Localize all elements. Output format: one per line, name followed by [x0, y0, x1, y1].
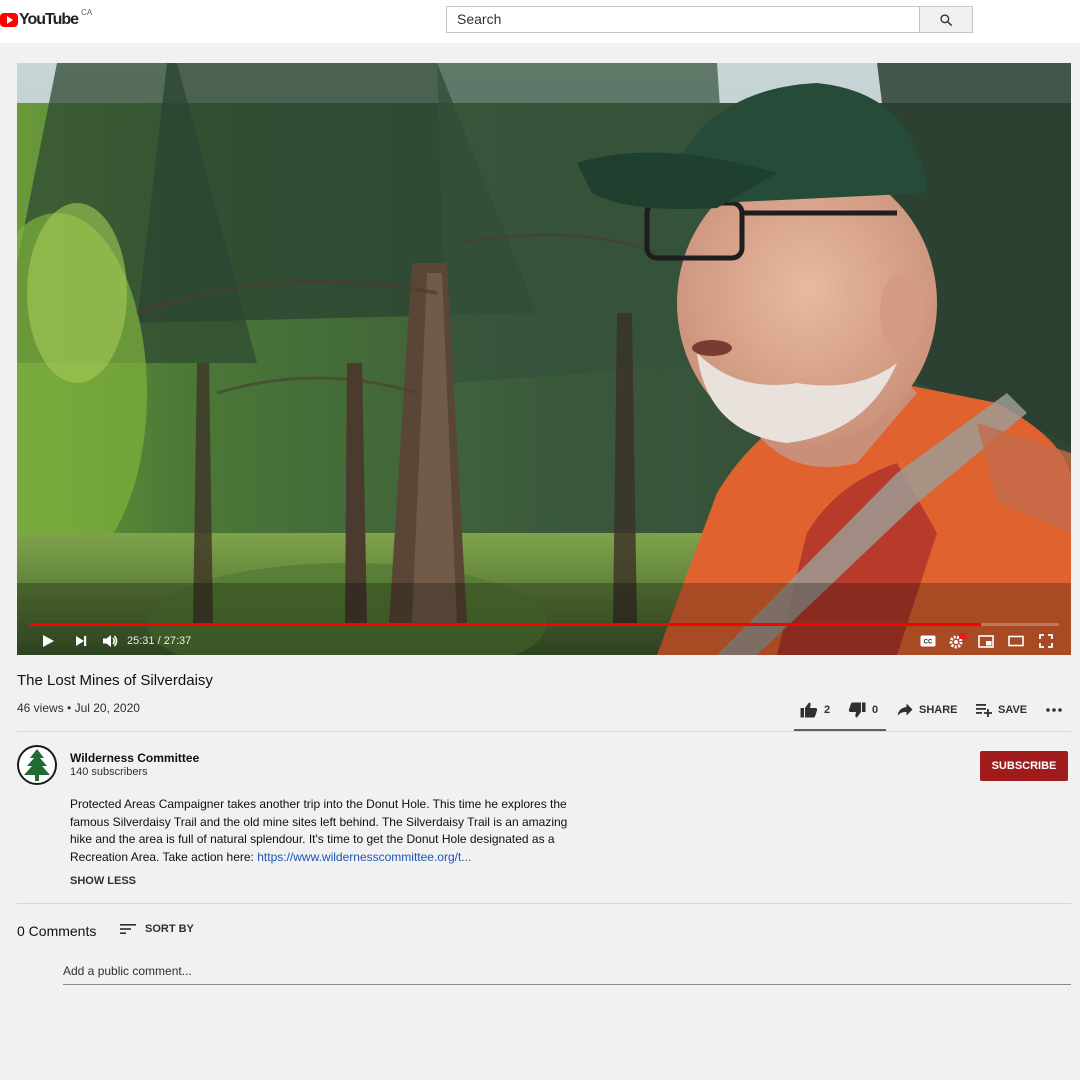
volume-button[interactable] [99, 629, 121, 653]
share-button[interactable]: SHARE [897, 700, 958, 720]
search-icon [940, 13, 953, 26]
comments-count: 0 Comments [17, 923, 97, 939]
miniplayer-button[interactable] [975, 629, 997, 653]
show-less-button[interactable]: SHOW LESS [70, 875, 136, 887]
time-separator: / [154, 635, 164, 647]
meta-dot: • [63, 701, 75, 715]
save-label: SAVE [998, 704, 1028, 716]
current-time: 25:31 [127, 635, 155, 647]
theater-button[interactable] [1005, 629, 1027, 653]
miniplayer-icon [978, 634, 994, 648]
duration: 27:37 [163, 635, 192, 647]
theater-mode-icon [1008, 635, 1024, 647]
divider-bottom [17, 903, 1071, 904]
dislike-count: 0 [872, 704, 879, 716]
video-description: Protected Areas Campaigner takes another… [70, 796, 575, 866]
time-display: 25:31 / 27:37 [127, 629, 191, 653]
tree-logo-icon [24, 749, 50, 781]
masthead: YouTube CA Search [0, 0, 1080, 43]
share-label: SHARE [919, 704, 958, 716]
like-count: 2 [824, 704, 831, 716]
sort-by-label: SORT BY [145, 923, 194, 935]
captions-icon: CC [920, 635, 936, 647]
svg-text:CC: CC [924, 640, 933, 646]
sort-icon [120, 924, 136, 934]
sort-by-button[interactable]: SORT BY [120, 923, 194, 935]
channel-name[interactable]: Wilderness Committee [70, 751, 199, 765]
youtube-logo[interactable]: YouTube CA [0, 8, 93, 30]
channel-avatar[interactable] [17, 745, 57, 785]
fullscreen-icon [1039, 634, 1053, 648]
youtube-play-icon [0, 13, 18, 27]
comment-input[interactable]: Add a public comment... [63, 964, 1071, 985]
subscribe-button[interactable]: SUBSCRIBE [980, 751, 1068, 781]
settings-hd-icon [949, 633, 967, 649]
play-button[interactable] [37, 629, 59, 653]
volume-icon [103, 635, 118, 647]
player-controls: 25:31 / 27:37 CC [17, 629, 1071, 653]
thumbs-up-icon [800, 702, 818, 718]
like-button[interactable]: 2 [800, 700, 830, 720]
search-input[interactable]: Search [446, 6, 920, 33]
save-button[interactable]: SAVE [976, 700, 1027, 720]
upload-date: Jul 20, 2020 [74, 701, 140, 715]
divider-top [17, 731, 1071, 732]
thumbs-down-icon [848, 702, 866, 718]
view-count: 46 views [17, 701, 64, 715]
captions-button[interactable]: CC [917, 629, 939, 653]
search-button[interactable] [919, 6, 973, 33]
playlist-add-icon [976, 704, 992, 717]
subscriber-count: 140 subscribers [70, 766, 148, 778]
video-meta: 46 views • Jul 20, 2020 [17, 701, 140, 715]
fullscreen-button[interactable] [1035, 629, 1057, 653]
play-icon [43, 635, 54, 647]
settings-button[interactable] [946, 629, 970, 653]
progress-played [29, 623, 981, 626]
video-frame [17, 63, 1071, 655]
video-title: The Lost Mines of Silverdaisy [17, 672, 213, 689]
logo-text: YouTube [19, 11, 79, 28]
skip-next-icon [76, 636, 87, 646]
description-link[interactable]: https://www.wildernesscommittee.org/t... [257, 850, 471, 864]
progress-bar[interactable] [29, 623, 1059, 626]
next-button[interactable] [70, 629, 92, 653]
dislike-button[interactable]: 0 [848, 700, 878, 720]
more-actions-button[interactable] [1045, 700, 1063, 720]
more-horiz-icon [1046, 708, 1062, 712]
share-icon [897, 703, 913, 716]
country-code: CA [81, 8, 93, 17]
video-player[interactable]: 25:31 / 27:37 CC [17, 63, 1071, 655]
